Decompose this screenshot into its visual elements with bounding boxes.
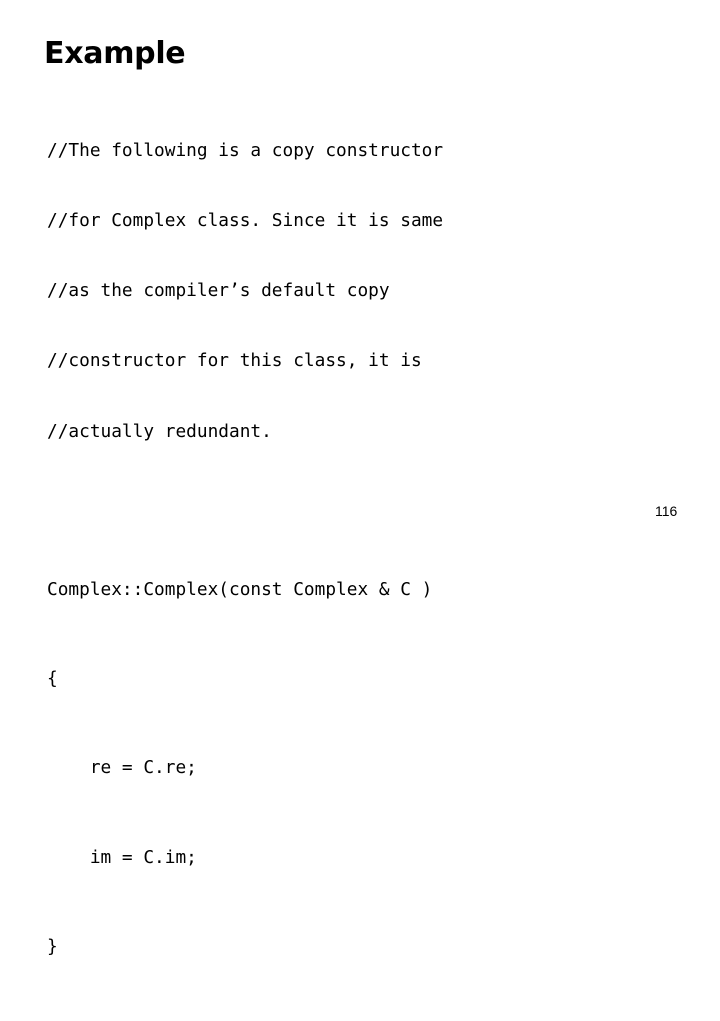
comment-line: //constructor for this class, it is [47,350,422,372]
comment-line: //for Complex class. Since it is same [47,210,444,232]
source-code-block: Complex::Complex(const Complex & C ) { r… [47,515,687,1021]
code-line: re = C.re; [47,757,197,779]
comment-line: //The following is a copy constructor [47,139,444,161]
slide-canvas: Example //The following is a copy constr… [0,0,720,957]
code-content-area: //The following is a copy constructor //… [47,92,687,1021]
page-title: Example [44,36,186,71]
code-line: Complex::Complex(const Complex & C ) [47,578,433,600]
page-number: 116 [655,503,678,519]
comment-line: //as the compiler’s default copy [47,280,390,302]
code-line: } [47,936,58,958]
code-line: { [47,667,58,689]
comment-line: //actually redundant. [47,420,272,442]
code-line: im = C.im; [47,846,197,868]
comment-block: //The following is a copy constructor //… [47,92,687,490]
